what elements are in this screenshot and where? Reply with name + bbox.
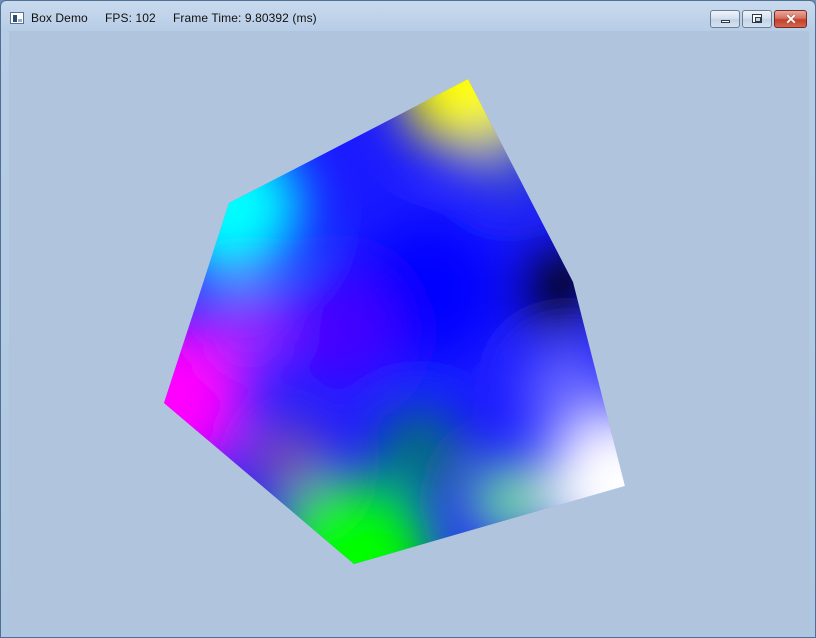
cube-vertex-bottom xyxy=(278,481,434,564)
minimize-button[interactable] xyxy=(710,10,740,28)
cube-vertex-right-upper xyxy=(517,249,597,329)
close-button[interactable]: ✕ xyxy=(774,10,807,28)
render-viewport[interactable] xyxy=(9,31,809,631)
cube-vertex-left-upper xyxy=(164,137,301,277)
window-title: Box Demo FPS: 102 Frame Time: 9.80392 (m… xyxy=(31,11,317,25)
maximize-button[interactable] xyxy=(742,10,772,28)
rotating-cube xyxy=(164,79,625,564)
app-window: Box Demo FPS: 102 Frame Time: 9.80392 (m… xyxy=(0,0,816,638)
app-icon[interactable] xyxy=(10,12,24,24)
close-icon: ✕ xyxy=(785,11,797,27)
maximize-icon xyxy=(752,14,762,23)
title-bar[interactable]: Box Demo FPS: 102 Frame Time: 9.80392 (m… xyxy=(1,1,815,33)
minimize-icon xyxy=(721,20,730,23)
